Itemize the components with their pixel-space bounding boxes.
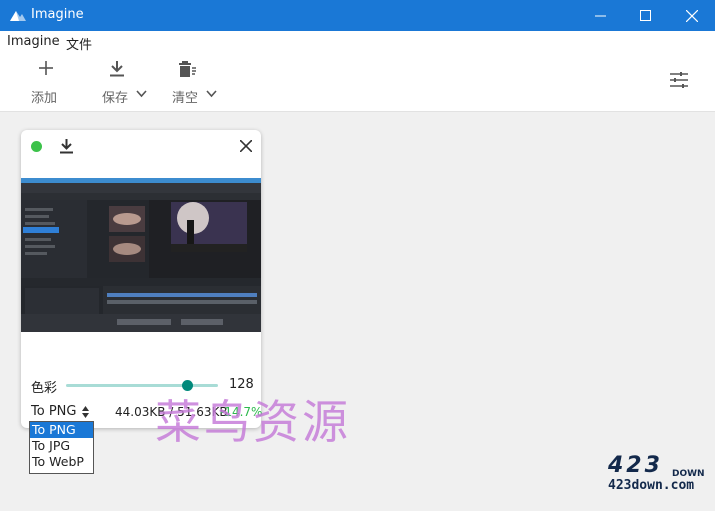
download-icon[interactable] xyxy=(60,139,73,154)
sliders-icon xyxy=(670,72,688,88)
trash-icon xyxy=(172,61,202,81)
maximize-button[interactable] xyxy=(622,0,668,31)
image-card: 色彩 128 To PNG 44.03KB / 51.63KB -14.7% xyxy=(21,130,262,428)
option-jpg[interactable]: To JPG xyxy=(30,438,93,454)
add-label: 添加 xyxy=(31,91,58,106)
download-icon xyxy=(102,61,132,81)
minimize-icon xyxy=(594,15,606,17)
watermark-text: 菜鸟资源 xyxy=(155,395,351,449)
format-select[interactable]: To PNG xyxy=(31,404,76,419)
updown-icon xyxy=(82,406,89,418)
maximize-icon xyxy=(639,10,651,21)
clear-label: 清空 xyxy=(172,91,199,106)
toolbar: 添加 保存 清空 xyxy=(0,53,715,112)
settings-button[interactable] xyxy=(668,53,690,111)
chevron-down-icon xyxy=(136,90,147,98)
close-icon xyxy=(686,9,698,22)
minimize-button[interactable] xyxy=(577,0,623,31)
add-button[interactable]: 添加 xyxy=(31,53,65,111)
status-indicator xyxy=(31,141,42,152)
save-button[interactable]: 保存 xyxy=(102,53,152,111)
logo-url: 423down.com xyxy=(608,478,695,493)
save-label: 保存 xyxy=(102,91,129,106)
close-icon[interactable] xyxy=(240,140,252,152)
chevron-down-icon xyxy=(206,90,217,98)
site-logo: 423 DOWN 423down.com xyxy=(600,453,710,503)
format-dropdown: To PNG To JPG To WebP xyxy=(29,421,94,474)
close-window-button[interactable] xyxy=(669,0,715,31)
option-webp[interactable]: To WebP xyxy=(30,454,93,470)
option-png[interactable]: To PNG xyxy=(30,422,93,438)
app-logo-icon xyxy=(10,11,26,21)
plus-icon xyxy=(31,61,61,81)
menu-imagine[interactable]: Imagine xyxy=(7,34,60,49)
logo-number: 423 xyxy=(608,453,663,478)
window-title: Imagine xyxy=(31,7,84,22)
menu-file[interactable]: 文件 xyxy=(66,34,92,53)
image-thumbnail xyxy=(21,178,261,332)
menu-bar: Imagine 文件 xyxy=(0,31,715,53)
title-bar: Imagine xyxy=(0,0,715,31)
clear-button[interactable]: 清空 xyxy=(172,53,222,111)
color-label: 色彩 xyxy=(31,381,58,396)
